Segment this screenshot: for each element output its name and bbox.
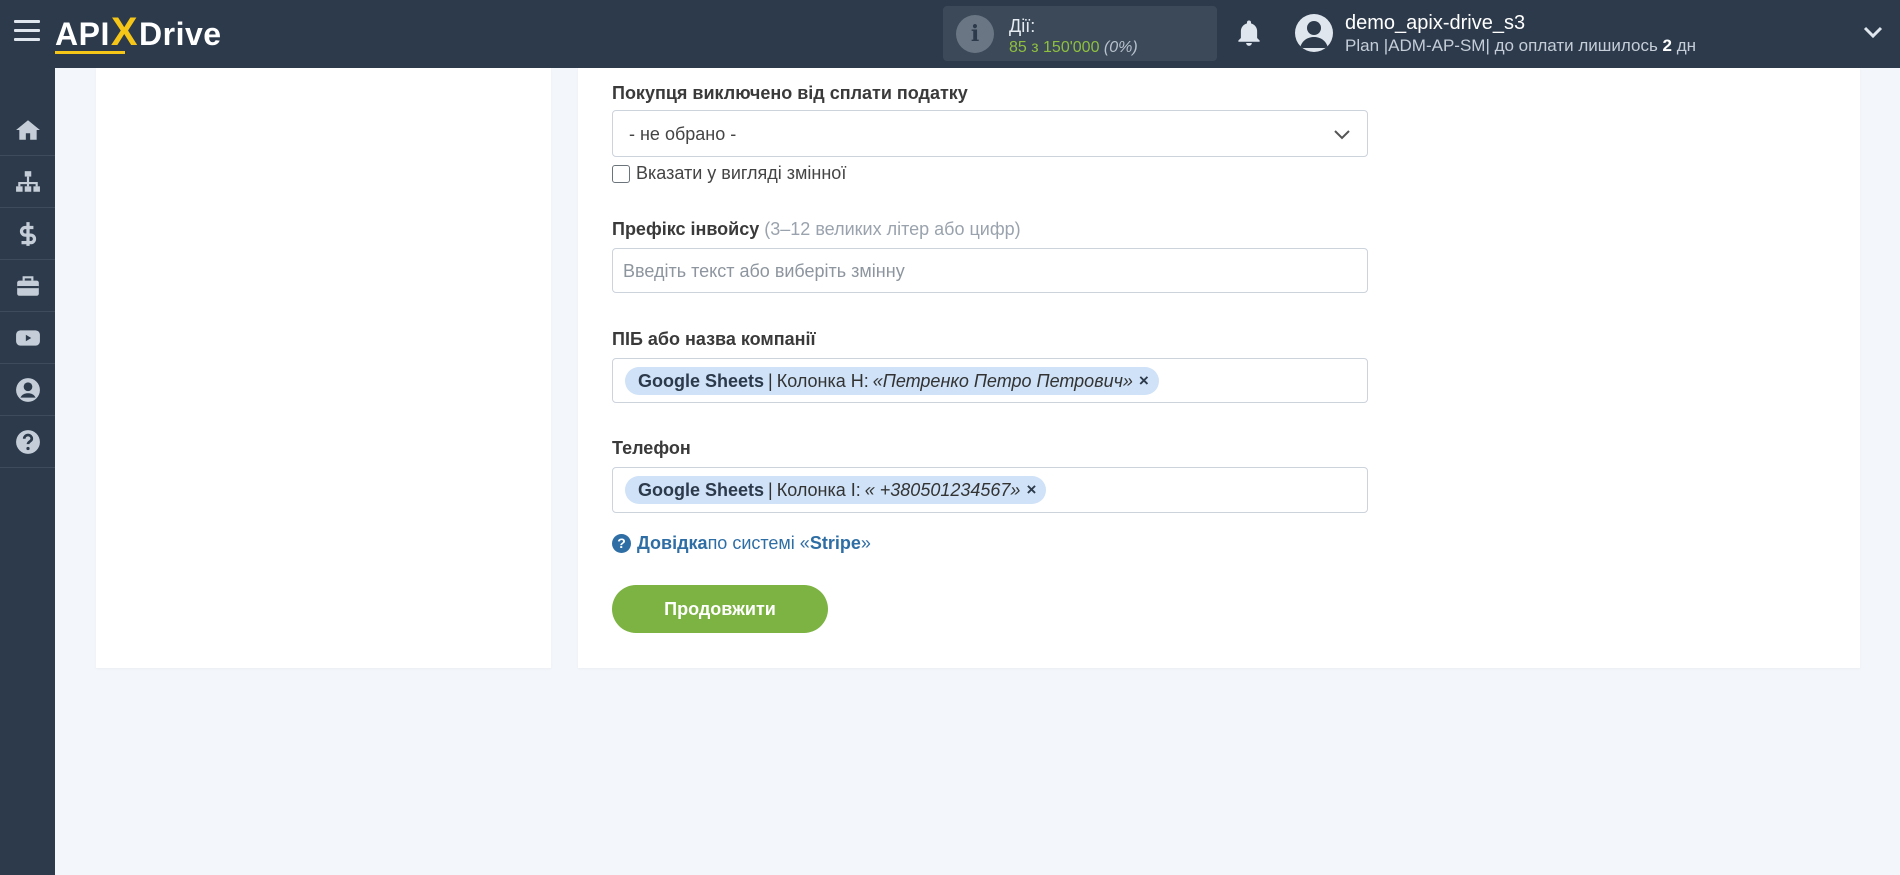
tag-value: «Петренко Петро Петрович»	[872, 370, 1133, 391]
phone-label: Телефон	[612, 438, 691, 458]
actions-percent: (0%)	[1103, 39, 1138, 56]
avatar[interactable]	[1295, 14, 1333, 52]
logo-underline	[55, 51, 125, 54]
sidebar-item-profile[interactable]	[0, 364, 55, 416]
invoice-prefix-placeholder: Введіть текст або виберіть змінну	[623, 261, 905, 281]
close-icon[interactable]: ×	[1139, 371, 1149, 391]
sidebar-item-services[interactable]	[0, 260, 55, 312]
tag-column: Колонка H:	[776, 370, 869, 391]
sidebar-item-connections[interactable]	[0, 156, 55, 208]
sidebar-item-video[interactable]	[0, 312, 55, 364]
plan-text: Plan |ADM-AP-SM| до оплати лишилось	[1345, 36, 1663, 55]
bell-icon[interactable]	[1234, 18, 1264, 48]
actions-count: 85 з 150'000 (0%)	[1009, 39, 1138, 57]
sidebar-item-billing[interactable]	[0, 208, 55, 260]
company-name-tag: Google Sheets | Колонка H: «Петренко Петро …	[625, 367, 1159, 395]
help-system[interactable]: Stripe	[810, 533, 861, 554]
user-plan: Plan |ADM-AP-SM| до оплати лишилось 2 дн	[1345, 36, 1696, 56]
tag-sep: |	[768, 479, 773, 500]
dollar-icon	[19, 221, 36, 246]
sitemap-icon	[15, 170, 40, 192]
tag-value: « +380501234567»	[864, 479, 1021, 500]
actions-counter[interactable]: i Дії: 85 з 150'000 (0%)	[943, 6, 1217, 61]
tax-exempt-select[interactable]: - не обрано -	[612, 110, 1368, 157]
invoice-prefix-hint: (3–12 великих літер або цифр)	[764, 219, 1021, 239]
briefcase-icon	[16, 275, 39, 296]
help-text: по системі «	[707, 533, 810, 553]
invoice-prefix-input[interactable]: Введіть текст або виберіть змінну	[612, 248, 1368, 293]
logo-suffix: Drive	[139, 15, 222, 52]
left-panel	[96, 68, 551, 668]
tag-source: Google Sheets	[638, 479, 765, 500]
company-name-input[interactable]: Google Sheets | Колонка H: «Петренко Петро …	[612, 358, 1368, 403]
info-icon: i	[956, 15, 994, 53]
question-circle-icon: ?	[612, 534, 631, 553]
chevron-down-icon[interactable]	[1862, 24, 1884, 40]
logo[interactable]: API X Drive	[55, 9, 222, 56]
invoice-prefix-label-text: Префікс інвойсу	[612, 219, 760, 239]
menu-icon[interactable]	[14, 20, 40, 46]
continue-button[interactable]: Продовжити	[612, 585, 828, 633]
help-link[interactable]: Довідка	[637, 533, 708, 554]
close-icon[interactable]: ×	[1026, 480, 1036, 500]
tag-column: Колонка I:	[776, 479, 861, 500]
sidebar	[0, 68, 55, 875]
tag-sep: |	[768, 370, 773, 391]
top-bar: API X Drive i Дії: 85 з 150'000 (0%) demo_…	[0, 0, 1900, 68]
home-icon	[15, 119, 40, 140]
tax-exempt-label: Покупця виключено від сплати податку	[612, 83, 968, 103]
logo-prefix: API	[55, 15, 110, 52]
actions-label: Дії:	[1009, 16, 1036, 36]
youtube-icon	[15, 329, 40, 346]
user-icon	[1300, 21, 1328, 48]
help-close: »	[860, 533, 871, 553]
help-link-row: ? Довідка по системі «Stripe»	[612, 533, 871, 554]
plan-days-suffix: дн	[1672, 36, 1697, 55]
phone-tag: Google Sheets | Колонка I: « +380501234567»…	[625, 476, 1047, 504]
actions-count-value: 85 з 150'000	[1009, 39, 1100, 56]
question-icon	[15, 429, 40, 454]
tax-exempt-value: - не обрано -	[629, 124, 737, 144]
phone-input[interactable]: Google Sheets | Колонка I: « +380501234567»…	[612, 467, 1368, 513]
invoice-prefix-label: Префікс інвойсу (3–12 великих літер або …	[612, 219, 1021, 240]
chevron-down-icon	[1334, 130, 1350, 140]
sidebar-item-home[interactable]	[0, 104, 55, 156]
user-circle-icon	[15, 377, 40, 402]
sidebar-item-help[interactable]	[0, 416, 55, 468]
variable-checkbox[interactable]	[612, 164, 630, 183]
user-name[interactable]: demo_apix-drive_s3	[1345, 12, 1525, 35]
company-name-label: ПІБ або назва компанії	[612, 329, 816, 349]
variable-checkbox-row[interactable]: Вказати у вигляді змінної	[612, 163, 846, 184]
logo-x: X	[110, 9, 139, 54]
variable-checkbox-label: Вказати у вигляді змінної	[636, 163, 847, 183]
tag-source: Google Sheets	[638, 370, 765, 391]
plan-days: 2	[1662, 36, 1673, 55]
